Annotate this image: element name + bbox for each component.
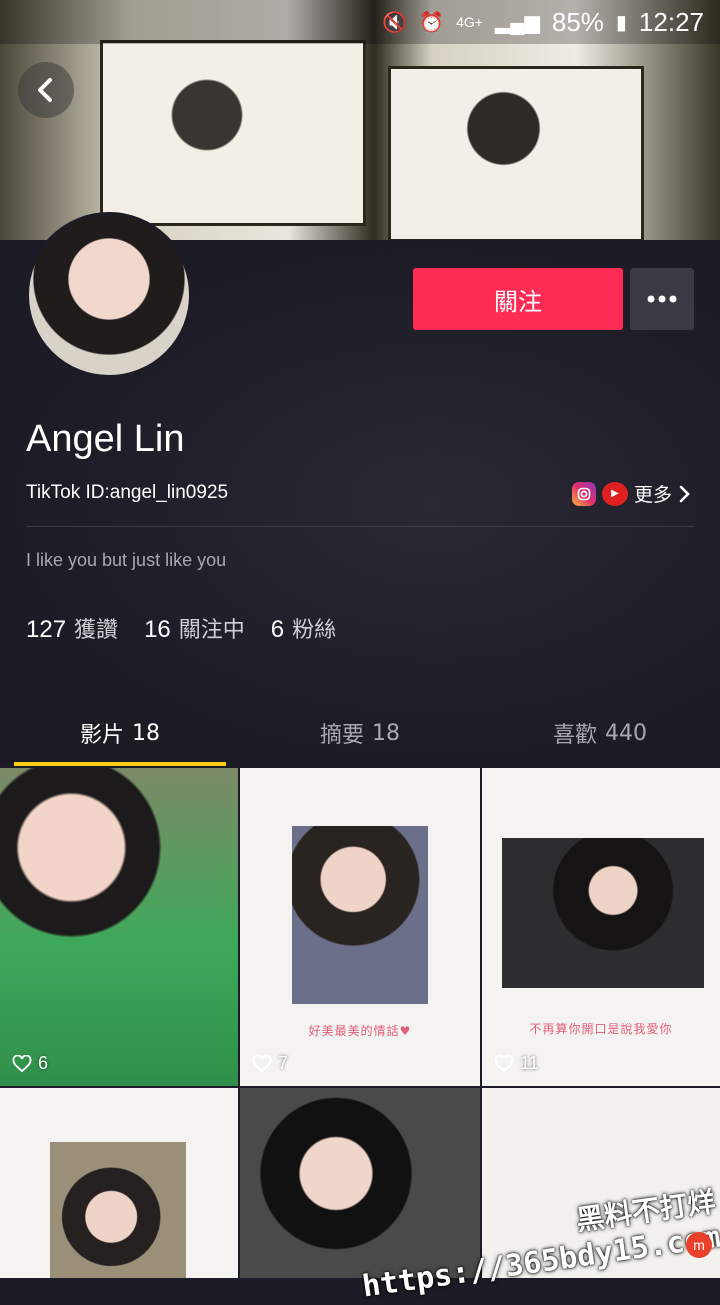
mute-icon: 🔇 (382, 11, 408, 34)
tab-label: 喜歡 (552, 723, 597, 748)
status-bar: 🔇 ⏰ 4G+ ▂▄▆ 85% ▮ 12:27 (0, 0, 720, 44)
profile-name: Angel Lin (26, 418, 185, 460)
tab-count: 18 (372, 720, 400, 746)
video-thumbnail[interactable]: 不再算你開口是說我愛你 11 (482, 768, 720, 1086)
tab-liked[interactable]: 喜歡 440 (480, 700, 720, 766)
back-button[interactable] (18, 62, 74, 118)
stat-following[interactable]: 16 關注中 (144, 612, 245, 644)
battery-icon: ▮ (615, 11, 627, 34)
heart-icon (12, 1054, 32, 1072)
profile-bio: I like you but just like you (26, 550, 227, 570)
divider (26, 526, 694, 527)
video-thumbnail[interactable]: 好美最美的情話♥ 7 (240, 768, 480, 1086)
stat-label: 獲讚 (74, 618, 119, 643)
tab-label: 影片 (79, 723, 124, 748)
video-thumbnail[interactable] (0, 1088, 238, 1278)
cover-photo-frame-right (388, 66, 644, 240)
profile-tabs: 影片 18 摘要 18 喜歡 440 (0, 700, 720, 766)
stat-likes[interactable]: 127 獲讚 (26, 612, 118, 644)
signal-icon: ▂▄▆ (494, 11, 540, 34)
instagram-icon[interactable] (571, 481, 596, 506)
alarm-icon: ⏰ (419, 11, 445, 34)
stat-label: 粉絲 (292, 618, 337, 643)
clock: 12:27 (638, 6, 704, 37)
tiktok-id: TikTok ID:angel_lin0925 (26, 482, 229, 503)
tab-videos[interactable]: 影片 18 (0, 700, 240, 766)
tab-summary[interactable]: 摘要 18 (240, 700, 480, 766)
likes-value: 6 (38, 1053, 49, 1073)
youtube-icon[interactable]: ▶ (601, 481, 628, 506)
video-thumbnail[interactable]: 6 (0, 768, 238, 1086)
social-links[interactable]: ▶ 更多 (571, 480, 692, 507)
network-indicator: 4G+ (456, 14, 483, 30)
stat-value: 6 (270, 616, 285, 643)
tab-count: 440 (605, 720, 647, 746)
video-caption: 不再算你開口是說我愛你 (529, 1022, 673, 1036)
stat-value: 16 (144, 616, 171, 643)
stat-label: 關注中 (178, 618, 245, 643)
video-photo (50, 1142, 186, 1278)
video-photo (292, 826, 428, 1004)
chevron-left-icon (38, 78, 52, 102)
video-photo (502, 838, 704, 988)
stat-followers[interactable]: 6 粉絲 (271, 612, 336, 644)
likes-count: 7 (252, 1053, 288, 1074)
follow-button[interactable]: 關注 (413, 268, 623, 330)
heart-icon (252, 1054, 272, 1072)
battery-percent: 85% (551, 6, 604, 37)
likes-value: 7 (278, 1053, 289, 1073)
avatar[interactable] (26, 212, 192, 378)
more-links-label[interactable]: 更多 (634, 480, 672, 507)
heart-icon (494, 1054, 514, 1072)
likes-value: 11 (520, 1053, 539, 1073)
cover-photo-frame-left (100, 40, 366, 226)
likes-count: 11 (494, 1053, 539, 1074)
chevron-right-icon (679, 485, 690, 502)
tab-label: 摘要 (319, 723, 364, 748)
watermark-badge: m (686, 1232, 712, 1258)
video-caption: 好美最美的情話♥ (308, 1024, 412, 1038)
tab-count: 18 (132, 720, 160, 746)
stat-value: 127 (26, 616, 67, 643)
likes-count: 6 (12, 1053, 48, 1074)
more-options-button[interactable] (630, 268, 694, 330)
profile-stats: 127 獲讚 16 關注中 6 粉絲 (26, 612, 336, 644)
ellipsis-icon (647, 295, 677, 303)
